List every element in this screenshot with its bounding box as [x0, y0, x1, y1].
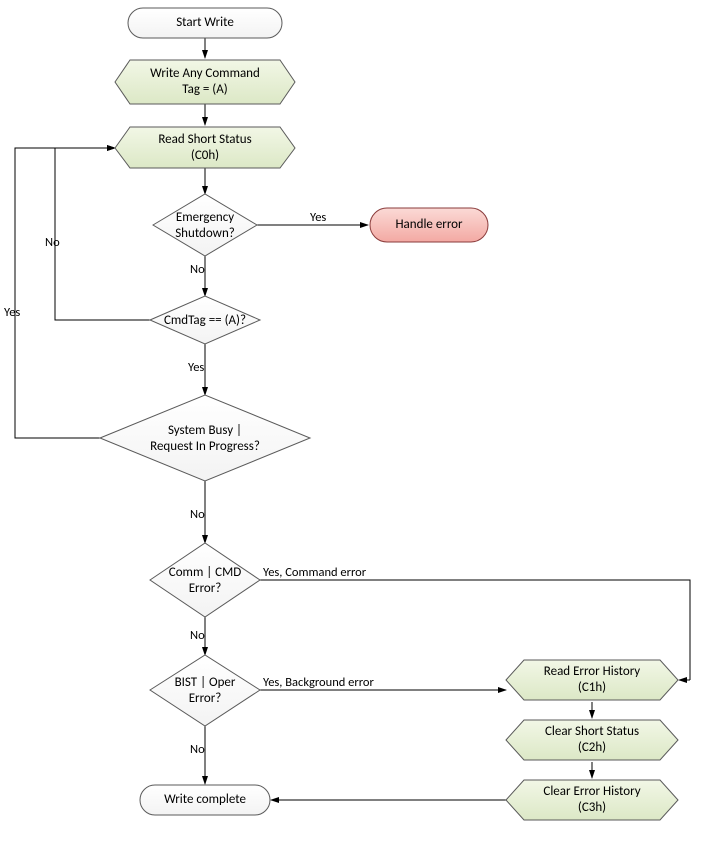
node-read-error-history	[506, 660, 678, 700]
node-bist-error-decision	[150, 655, 260, 726]
node-comm-error-decision	[150, 543, 260, 617]
node-write-complete	[140, 785, 270, 815]
node-busy-decision	[100, 395, 310, 481]
node-handle-error	[370, 208, 488, 242]
node-write-command	[115, 60, 295, 104]
node-clear-error-history	[506, 780, 678, 820]
node-start	[128, 8, 282, 38]
node-cmdtag-decision	[150, 296, 260, 344]
node-read-short-status	[115, 127, 295, 168]
node-emergency-decision	[153, 194, 257, 256]
node-clear-short-status	[506, 720, 678, 760]
